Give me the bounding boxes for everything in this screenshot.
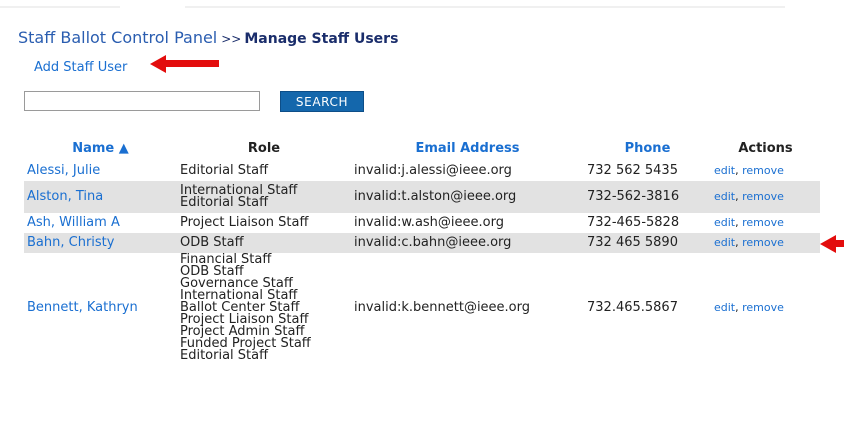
role-cell: Project Liaison Staff — [177, 213, 351, 233]
tab-strip-divider — [0, 6, 120, 8]
page-title: Manage Staff Users — [244, 31, 399, 47]
remove-link[interactable]: remove — [742, 301, 784, 314]
phone-cell: 732-465-5828 — [587, 215, 680, 230]
table-row: Bahn, Christy ODB Staff invalid:c.bahn@iee… — [24, 233, 820, 253]
edit-link[interactable]: edit — [714, 216, 735, 229]
remove-link[interactable]: remove — [742, 216, 784, 229]
email-cell: invalid:c.bahn@ieee.org — [351, 233, 584, 253]
role-cell: International Staff Editorial Staff — [177, 181, 351, 213]
actions-cell: edit, remove — [714, 301, 784, 314]
phone-cell: 732 562 5435 — [587, 163, 678, 178]
panel-title[interactable]: Staff Ballot Control Panel — [18, 28, 217, 47]
column-header-email[interactable]: Email Address — [351, 135, 584, 161]
table-row: Bennett, Kathryn Financial Staff ODB Staff… — [24, 253, 820, 363]
table-row: Alessi, Julie Editorial Staff invalid:j.al… — [24, 161, 820, 181]
role-cell: Editorial Staff — [177, 161, 351, 181]
staff-name-link[interactable]: Bennett, Kathryn — [24, 253, 177, 363]
top-tab-strip — [0, 0, 844, 14]
table-row: Ash, William A Project Liaison Staff inval… — [24, 213, 820, 233]
role-label: Editorial Staff — [180, 195, 269, 210]
breadcrumb: Staff Ballot Control Panel >> Manage Staff… — [18, 28, 398, 47]
annotation-arrow-icon — [820, 235, 844, 253]
role-label: Editorial Staff — [180, 163, 269, 178]
column-header-name[interactable]: Name ▲ — [24, 135, 177, 161]
role-label: ODB Staff — [180, 235, 244, 250]
edit-link[interactable]: edit — [714, 236, 735, 249]
email-cell: invalid:w.ash@ieee.org — [354, 215, 504, 230]
phone-cell: 732.465.5867 — [587, 300, 678, 315]
actions-cell: edit, remove — [714, 216, 784, 229]
email-cell: invalid:k.bennett@ieee.org — [354, 300, 531, 315]
phone-cell: 732-562-3816 — [584, 181, 711, 213]
search-input[interactable] — [24, 91, 260, 111]
staff-name-link[interactable]: Alessi, Julie — [24, 161, 177, 181]
staff-name-link[interactable]: Bahn, Christy — [24, 233, 177, 253]
role-label: Project Liaison Staff — [180, 215, 309, 230]
email-cell: invalid:j.alessi@ieee.org — [354, 163, 512, 178]
tab-strip-divider — [185, 6, 785, 8]
annotation-arrow-icon — [150, 55, 220, 73]
email-cell: invalid:t.alston@ieee.org — [351, 181, 584, 213]
edit-link[interactable]: edit — [714, 164, 735, 177]
role-cell: ODB Staff — [177, 233, 351, 253]
edit-link[interactable]: edit — [714, 190, 735, 203]
staff-users-table: Name ▲ Role Email Address Phone Actions … — [24, 135, 820, 363]
staff-name-link[interactable]: Ash, William A — [24, 213, 177, 233]
breadcrumb-separator: >> — [221, 32, 242, 46]
column-header-actions: Actions — [738, 140, 793, 156]
staff-name-link[interactable]: Alston, Tina — [24, 181, 177, 213]
role-label: Editorial Staff — [180, 348, 269, 363]
actions-cell: edit, remove — [714, 164, 784, 177]
add-staff-user-link[interactable]: Add Staff User — [34, 60, 127, 75]
role-cell: Financial Staff ODB Staff Governance Staff… — [177, 253, 351, 363]
column-header-role: Role — [247, 140, 281, 156]
remove-link[interactable]: remove — [742, 190, 784, 203]
actions-cell: edit, remove — [711, 181, 820, 213]
actions-cell: edit, remove — [711, 233, 820, 253]
table-header-row: Name ▲ Role Email Address Phone Actions — [24, 135, 820, 161]
remove-link[interactable]: remove — [742, 236, 784, 249]
column-header-phone[interactable]: Phone — [584, 135, 711, 161]
remove-link[interactable]: remove — [742, 164, 784, 177]
edit-link[interactable]: edit — [714, 301, 735, 314]
phone-cell: 732 465 5890 — [584, 233, 711, 253]
search-button[interactable]: SEARCH — [280, 91, 364, 112]
table-row: Alston, Tina International Staff Editorial… — [24, 181, 820, 213]
